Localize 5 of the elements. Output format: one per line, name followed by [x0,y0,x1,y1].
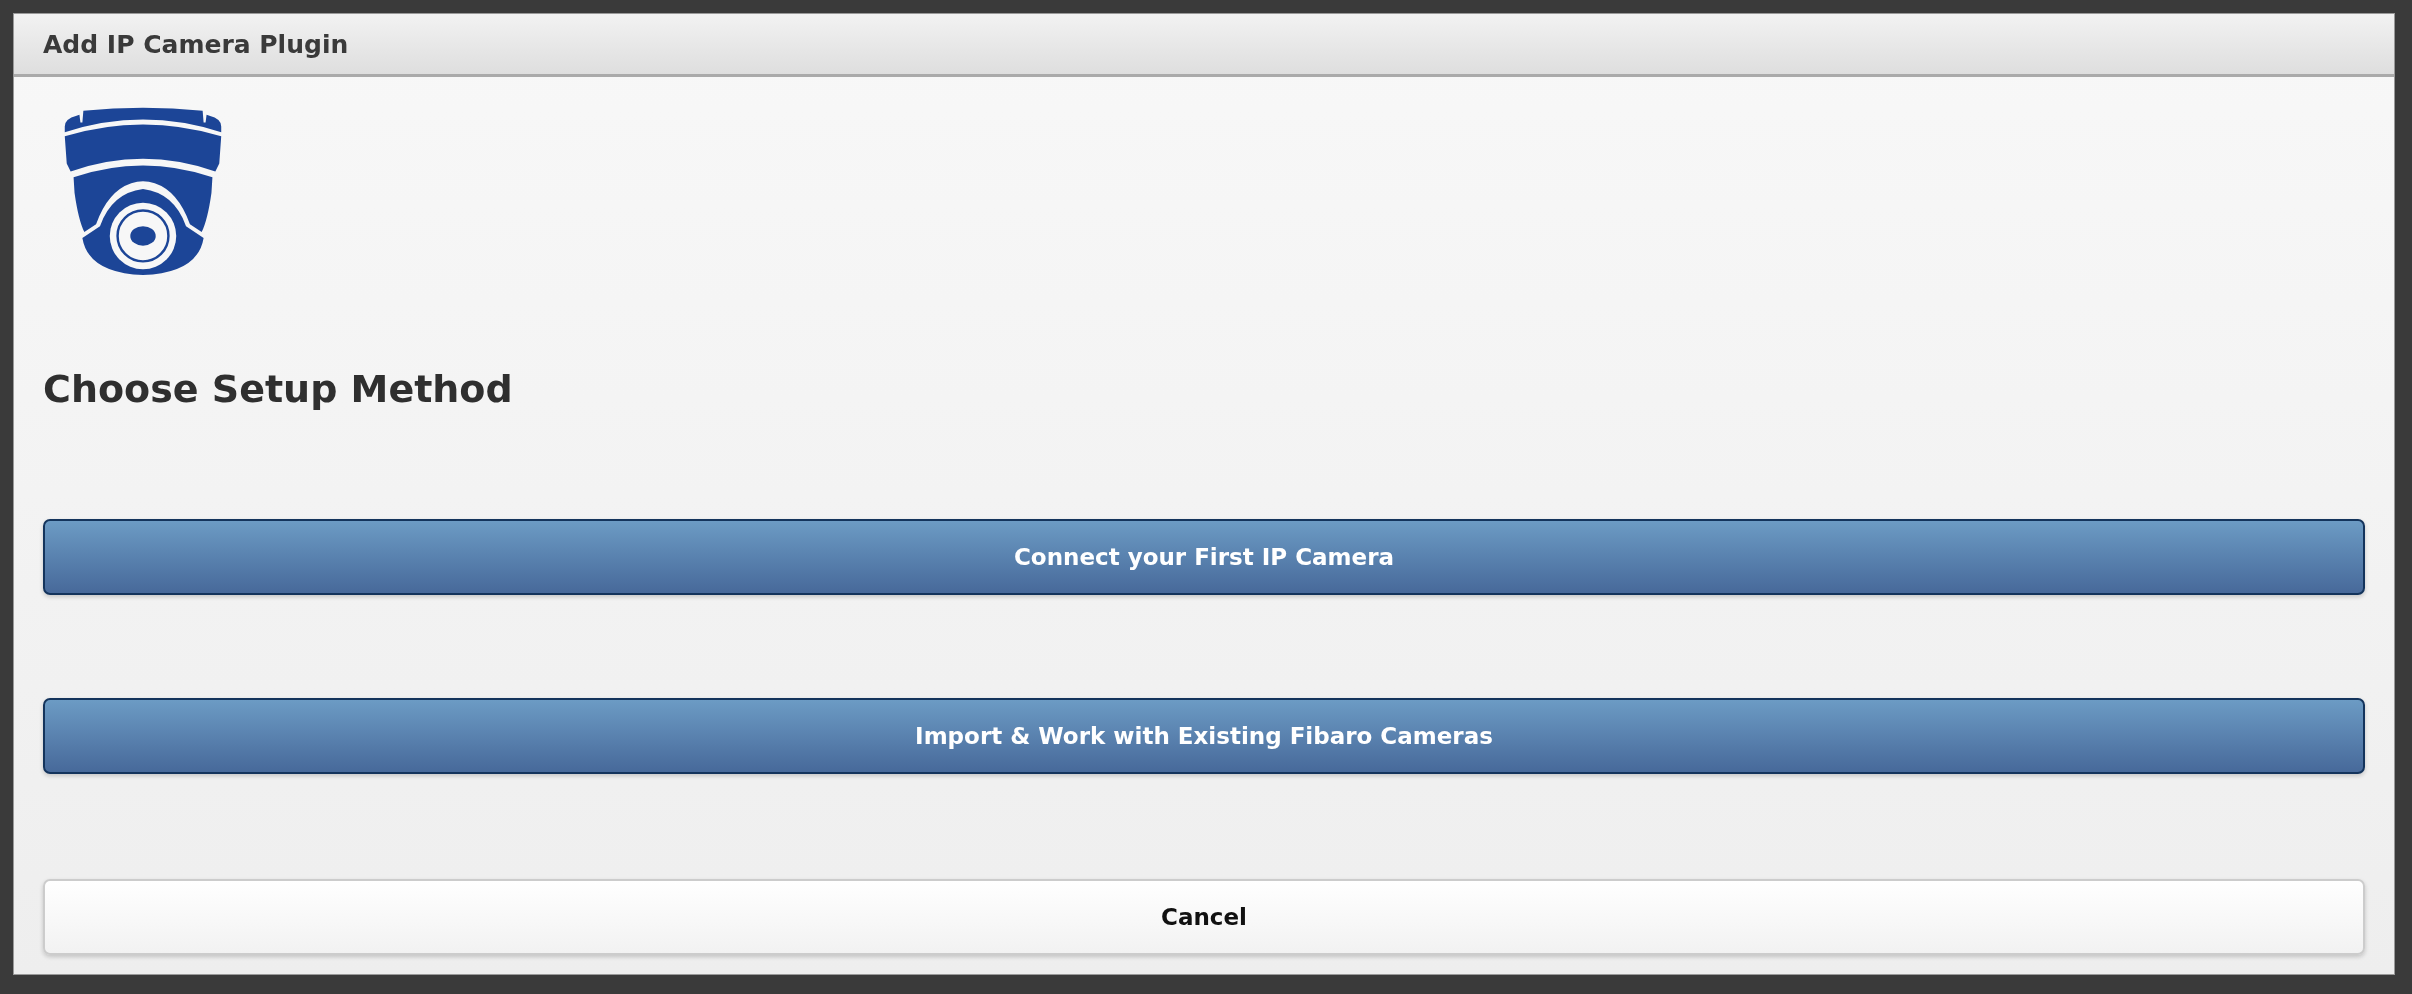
action-button[interactable]: Import & Work with Existing Fibaro Cameras [43,697,2365,774]
cancel-button[interactable]: Cancel [43,878,2365,955]
dialog-title: Add IP Camera Plugin [43,29,349,59]
section-heading: Choose Setup Method [43,367,513,413]
action-button[interactable]: Connect your First IP Camera [43,518,2365,595]
